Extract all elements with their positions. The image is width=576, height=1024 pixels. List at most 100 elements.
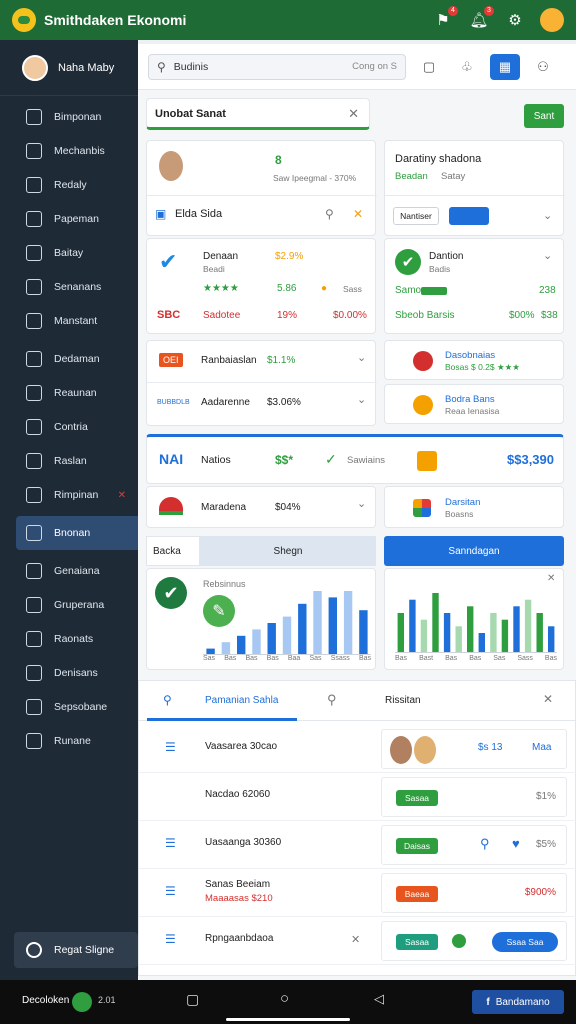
list-item[interactable]: Dasobnaias Bosas $ 0.2$ ★★★ (384, 340, 564, 380)
chevron-down-icon[interactable]: ⌄ (357, 351, 366, 364)
chevron-down-icon[interactable]: ⌄ (357, 497, 366, 510)
close-icon[interactable]: ✕ (543, 692, 553, 706)
table-row[interactable]: ☰ Vaasarea 30cao $s 13 Maa (139, 725, 576, 773)
clock-icon (26, 143, 42, 159)
status-pill[interactable]: Daisas (396, 838, 438, 854)
go-button[interactable]: Sant (524, 104, 564, 128)
sidebar-item-runane[interactable]: Runane (0, 724, 138, 758)
checkbox-icon[interactable]: ▣ (155, 207, 166, 221)
recent-apps-icon[interactable]: ▢ (186, 991, 199, 1008)
panel-tab-right-label[interactable]: Rissitan (385, 695, 421, 706)
chart-card-left: ✔ Rebsinnus ✎ Sas Bas Bas Bas Baa Sas Ss… (146, 568, 376, 670)
tick-label: Bas (469, 655, 482, 662)
sidebar-item-label: Contria (54, 421, 88, 433)
list-item[interactable]: OEI Ranbaiaslan $1.1% ⌄ (147, 341, 377, 383)
sidebar-footer-button[interactable]: Regat Sligne (14, 932, 138, 968)
bell-icon[interactable]: 🔔︎ 3 (468, 6, 494, 31)
user-avatar[interactable] (540, 8, 564, 32)
toggle-group[interactable] (449, 207, 489, 225)
heart-icon (26, 453, 42, 469)
row-left-label: Rpngaanbdaoa (205, 933, 274, 944)
filter-button[interactable]: Nantiser (393, 207, 439, 225)
search-icon[interactable]: ⚲ (327, 692, 337, 708)
sidebar-profile[interactable]: Naha Maby (0, 40, 138, 96)
sidebar-item-bnonan[interactable]: Bnonan (16, 516, 138, 550)
home-icon[interactable]: ○ (280, 990, 289, 1007)
sidebar-item-label: Gruperana (54, 599, 105, 611)
table-row[interactable]: ☰ Uasaanga 30360 Daisas ⚲ ♥ $5% (139, 821, 576, 869)
square-icon[interactable]: ▢ (414, 54, 444, 80)
sidebar-item-genaiana[interactable]: Genaiana (0, 554, 138, 588)
ticker-code: OEI (159, 353, 183, 367)
sidebar-item-baitay[interactable]: Baitay (0, 236, 138, 270)
sidebar-item-dedaman[interactable]: Dedaman (0, 342, 138, 376)
sidebar-item-mechanbis[interactable]: Mechanbis (0, 134, 138, 168)
status-pill[interactable]: Sasaa (396, 934, 438, 950)
list-icon: ☰ (165, 932, 176, 946)
facebook-button[interactable]: f Bandamano (472, 990, 564, 1014)
search-input[interactable] (173, 60, 353, 73)
close-icon[interactable]: ✕ (547, 573, 555, 584)
row-right-cell: $s 13 Maa (381, 729, 567, 769)
top-app-bar: Smithdaken Ekonomi ⚑ 4 🔔︎ 3 ⚙ (0, 0, 576, 40)
sidebar-item-papeman[interactable]: Papeman (0, 202, 138, 236)
sidebar-item-manstant[interactable]: Manstant (0, 304, 138, 338)
back-icon[interactable]: ◁ (374, 991, 384, 1007)
link-icon[interactable]: ⚲ (325, 207, 334, 221)
chevron-down-icon[interactable]: ⌄ (543, 249, 552, 262)
sidebar-item-bimponan[interactable]: Bimponan (0, 100, 138, 134)
sidebar-item-denisans[interactable]: Denisans (0, 656, 138, 690)
status-pill[interactable]: Sasaa (396, 790, 438, 806)
table-row[interactable]: ☰ Rpngaanbdaoa ✕ Sasaa Ssaa Saa (139, 917, 576, 965)
sidebar-item-rimpinan[interactable]: Rimpinan ✕ (0, 478, 138, 512)
close-icon[interactable]: ✕ (351, 933, 360, 946)
overview-row[interactable]: NAI Natios $$* ✓ Sawiains $$3,390 (146, 434, 564, 484)
list-item[interactable]: Maradena $04% ⌄ (146, 486, 376, 528)
list-item[interactable]: Darsitan Boasns (384, 486, 564, 528)
sidebar-item-raonats[interactable]: Raonats (0, 622, 138, 656)
tick-label: Bas (445, 655, 458, 662)
tools-icon[interactable]: ✕ (353, 207, 363, 221)
tab-shegn[interactable]: Shegn (200, 536, 376, 566)
list-item[interactable]: BUBBDLB Aadarenne $3.06% ⌄ (147, 383, 377, 425)
sidebar-item-contria[interactable]: Contria (0, 410, 138, 444)
flag-icon[interactable]: ⚑ 4 (432, 6, 458, 31)
row-action-button[interactable]: Ssaa Saa (492, 932, 558, 952)
toggle-icon[interactable] (452, 934, 466, 948)
table-row[interactable]: ☰ Sanas Beeiam Maaaasas $210 Baeaa $900% (139, 869, 576, 917)
search-field[interactable]: ⚲ Cong on S (148, 53, 406, 80)
title-input-value: Unobat Sanat (155, 108, 226, 120)
row-right-value: $1% (535, 791, 556, 802)
flag-icon (26, 313, 42, 329)
tree-icon[interactable]: ♧ (452, 54, 482, 80)
sidebar-item-label: Bimponan (54, 111, 102, 123)
status-pill[interactable]: Baeaa (396, 886, 438, 902)
chevron-down-icon[interactable]: ⌄ (357, 393, 366, 406)
close-icon[interactable]: ✕ (118, 490, 126, 501)
table-view-button[interactable]: ▦ (490, 53, 520, 80)
user-icon[interactable]: ⚇ (528, 54, 558, 80)
notification-badge: 3 (484, 6, 494, 16)
stats-subtitle: Beadi (203, 264, 225, 274)
sidebar-item-sepsobane[interactable]: Sepsobane (0, 690, 138, 724)
bar-chart-left (203, 591, 371, 655)
heart-icon[interactable]: ♥ (512, 836, 520, 851)
search-icon[interactable]: ⚲ (480, 836, 490, 852)
sidebar-item-redaly[interactable]: Redaly (0, 168, 138, 202)
chevron-down-icon[interactable]: ⌄ (543, 209, 552, 222)
gear-icon[interactable]: ⚙ (504, 9, 526, 31)
table-row[interactable]: Nacdao 62060 Sasaa $1% (139, 773, 576, 821)
sidebar-item-reaunan[interactable]: Reaunan (0, 376, 138, 410)
sidebar-item-gruperana[interactable]: Gruperana (0, 588, 138, 622)
tab-backa[interactable]: Backa (146, 536, 200, 566)
sidebar-item-raslan[interactable]: Raslan (0, 444, 138, 478)
row-c-verify: Sawiains (347, 455, 386, 466)
list-item[interactable]: Bodra Bans Reaa Ienasisa (384, 384, 564, 424)
check-circle-icon: ✔ (155, 577, 187, 609)
primary-action-button[interactable]: Sanndagan (384, 536, 564, 566)
tab-active[interactable]: Pamanian Sahla (147, 681, 297, 721)
title-input-field[interactable]: Unobat Sanat ✕ (146, 98, 370, 130)
chart-bar (455, 626, 462, 653)
close-icon[interactable]: ✕ (348, 106, 359, 122)
sidebar-item-senanans[interactable]: Senanans (0, 270, 138, 304)
